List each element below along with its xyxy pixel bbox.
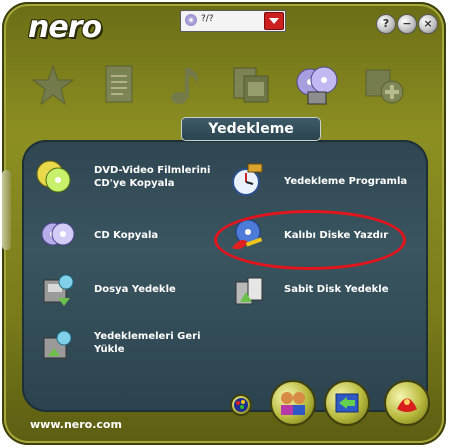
task-dvd-to-cd[interactable]: DVD-Video Filmlerini CD'ye Kopyala <box>36 154 216 198</box>
task-label: Yedekleme Programla <box>284 176 408 187</box>
users-button[interactable] <box>270 380 316 426</box>
discs-icon <box>296 66 338 105</box>
restore-backup-icon <box>43 330 72 359</box>
chevron-down-icon[interactable] <box>264 12 284 30</box>
tab-data[interactable] <box>96 62 142 108</box>
side-collapse-handle[interactable] <box>2 170 11 250</box>
help-button[interactable]: ? <box>376 14 396 34</box>
copy-cd-icon <box>41 222 75 246</box>
disc-icon <box>185 14 197 26</box>
highlight-annotation <box>214 210 406 270</box>
category-tabs <box>30 62 420 114</box>
task-label: Sabit Disk Yedekle <box>284 284 389 295</box>
task-restore-backup[interactable]: Yedeklemeleri Geri Yükle <box>36 324 216 368</box>
footer-website-link[interactable]: www.nero.com <box>30 418 122 431</box>
task-label: DVD-Video Filmlerini <box>94 165 211 176</box>
tab-extras[interactable] <box>360 62 406 108</box>
users-icon <box>281 392 305 415</box>
palette-button[interactable] <box>230 394 252 416</box>
task-label: Dosya Yedekle <box>94 284 176 295</box>
drive-selector-value: ?/? <box>201 14 214 24</box>
exit-button[interactable] <box>384 380 430 426</box>
task-hard-disk-backup[interactable]: Sabit Disk Yedekle <box>228 270 418 310</box>
task-label: Yedeklemeleri Geri <box>94 331 201 342</box>
add-icon <box>365 69 404 104</box>
refresh-icon <box>335 393 359 413</box>
task-label: CD Kopyala <box>94 230 159 241</box>
document-icon <box>105 65 133 103</box>
section-title: Yedekleme <box>182 118 320 140</box>
drive-selector[interactable]: ?/? <box>180 10 286 32</box>
tab-favorites[interactable] <box>30 62 76 108</box>
film-photo-icon <box>233 67 269 103</box>
refresh-button[interactable] <box>324 380 370 426</box>
scheduled-backup-icon <box>232 163 263 196</box>
task-label: Yükle <box>94 344 125 355</box>
music-note-icon <box>171 68 198 104</box>
close-button[interactable]: × <box>418 14 438 34</box>
title-bar: nero ?/? ? − × <box>8 6 440 45</box>
dvd-to-cd-icon <box>36 160 71 193</box>
nero-window: nero ?/? ? − × Yedekleme DVD-Video Filml… <box>0 0 450 448</box>
task-scheduled-backup[interactable]: Yedekleme Programla <box>228 160 418 200</box>
star-icon <box>31 64 75 106</box>
nero-logo: nero <box>28 10 102 45</box>
task-file-backup[interactable]: Dosya Yedekle <box>36 270 196 310</box>
tab-backup[interactable] <box>294 62 340 108</box>
minimize-button[interactable]: − <box>397 14 417 34</box>
exit-icon <box>397 398 417 412</box>
tab-photo-video[interactable] <box>228 62 274 108</box>
file-backup-icon <box>43 274 74 306</box>
tab-audio[interactable] <box>162 62 208 108</box>
palette-icon <box>234 398 248 412</box>
task-label: CD'ye Kopyala <box>94 178 175 189</box>
hard-disk-backup-icon <box>235 277 263 305</box>
task-copy-cd[interactable]: CD Kopyala <box>36 216 196 256</box>
